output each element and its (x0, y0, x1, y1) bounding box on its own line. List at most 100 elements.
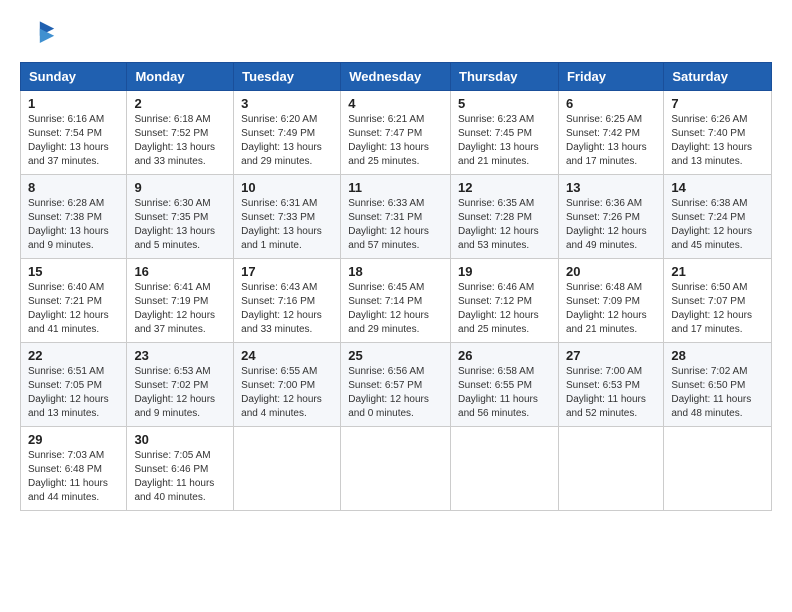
calendar-cell: 26 Sunrise: 6:58 AMSunset: 6:55 PMDayligh… (451, 343, 559, 427)
day-info: Sunrise: 6:48 AMSunset: 7:09 PMDaylight:… (566, 281, 656, 337)
day-number: 7 (671, 96, 764, 111)
calendar-cell: 17Sunrise: 6:43 AMSunset: 7:16 PMDayligh… (234, 259, 341, 343)
day-info: Sunrise: 6:40 AMSunset: 7:21 PMDaylight:… (28, 281, 119, 337)
calendar-week-5: 29 Sunrise: 7:03 AMSunset: 6:48 PMDayligh… (21, 427, 772, 511)
calendar-cell: 9 Sunrise: 6:30 AMSunset: 7:35 PMDaylight… (127, 175, 234, 259)
weekday-header-friday: Friday (558, 63, 663, 91)
calendar-cell (558, 427, 663, 511)
day-number: 5 (458, 96, 551, 111)
calendar-cell (664, 427, 772, 511)
calendar-cell: 8 Sunrise: 6:28 AMSunset: 7:38 PMDaylight… (21, 175, 127, 259)
calendar-cell: 19 Sunrise: 6:46 AMSunset: 7:12 PMDayligh… (451, 259, 559, 343)
day-number: 28 (671, 348, 764, 363)
day-number: 6 (566, 96, 656, 111)
day-number: 15 (28, 264, 119, 279)
day-info: Sunrise: 7:03 AMSunset: 6:48 PMDaylight:… (28, 449, 119, 505)
calendar-cell: 27Sunrise: 7:00 AMSunset: 6:53 PMDayligh… (558, 343, 663, 427)
day-number: 9 (134, 180, 226, 195)
day-number: 3 (241, 96, 333, 111)
day-info: Sunrise: 6:58 AMSunset: 6:55 PMDaylight:… (458, 365, 551, 421)
calendar-cell: 13 Sunrise: 6:36 AMSunset: 7:26 PMDayligh… (558, 175, 663, 259)
day-info: Sunrise: 6:28 AMSunset: 7:38 PMDaylight:… (28, 197, 119, 253)
day-number: 13 (566, 180, 656, 195)
day-info: Sunrise: 6:21 AMSunset: 7:47 PMDaylight:… (348, 113, 443, 169)
header (20, 16, 772, 52)
day-number: 2 (134, 96, 226, 111)
weekday-header-sunday: Sunday (21, 63, 127, 91)
weekday-header-wednesday: Wednesday (341, 63, 451, 91)
day-info: Sunrise: 6:45 AMSunset: 7:14 PMDaylight:… (348, 281, 443, 337)
calendar-week-2: 8 Sunrise: 6:28 AMSunset: 7:38 PMDaylight… (21, 175, 772, 259)
day-number: 1 (28, 96, 119, 111)
day-info: Sunrise: 6:36 AMSunset: 7:26 PMDaylight:… (566, 197, 656, 253)
day-info: Sunrise: 6:46 AMSunset: 7:12 PMDaylight:… (458, 281, 551, 337)
calendar-cell: 30Sunrise: 7:05 AMSunset: 6:46 PMDayligh… (127, 427, 234, 511)
calendar-cell: 4 Sunrise: 6:21 AMSunset: 7:47 PMDaylight… (341, 91, 451, 175)
day-number: 14 (671, 180, 764, 195)
day-number: 29 (28, 432, 119, 447)
calendar-table: SundayMondayTuesdayWednesdayThursdayFrid… (20, 62, 772, 511)
day-info: Sunrise: 6:25 AMSunset: 7:42 PMDaylight:… (566, 113, 656, 169)
day-info: Sunrise: 6:26 AMSunset: 7:40 PMDaylight:… (671, 113, 764, 169)
calendar-cell: 18 Sunrise: 6:45 AMSunset: 7:14 PMDayligh… (341, 259, 451, 343)
day-info: Sunrise: 6:16 AMSunset: 7:54 PMDaylight:… (28, 113, 119, 169)
calendar-week-4: 22 Sunrise: 6:51 AMSunset: 7:05 PMDayligh… (21, 343, 772, 427)
calendar-cell (234, 427, 341, 511)
calendar-cell: 14Sunrise: 6:38 AMSunset: 7:24 PMDayligh… (664, 175, 772, 259)
weekday-header-tuesday: Tuesday (234, 63, 341, 91)
day-number: 25 (348, 348, 443, 363)
weekday-header-monday: Monday (127, 63, 234, 91)
day-number: 4 (348, 96, 443, 111)
day-number: 12 (458, 180, 551, 195)
day-info: Sunrise: 6:41 AMSunset: 7:19 PMDaylight:… (134, 281, 226, 337)
calendar-cell: 25 Sunrise: 6:56 AMSunset: 6:57 PMDayligh… (341, 343, 451, 427)
day-number: 8 (28, 180, 119, 195)
day-info: Sunrise: 6:31 AMSunset: 7:33 PMDaylight:… (241, 197, 333, 253)
calendar-week-1: 1 Sunrise: 6:16 AMSunset: 7:54 PMDaylight… (21, 91, 772, 175)
day-info: Sunrise: 6:55 AMSunset: 7:00 PMDaylight:… (241, 365, 333, 421)
day-info: Sunrise: 7:00 AMSunset: 6:53 PMDaylight:… (566, 365, 656, 421)
calendar-cell: 22 Sunrise: 6:51 AMSunset: 7:05 PMDayligh… (21, 343, 127, 427)
calendar-week-3: 15 Sunrise: 6:40 AMSunset: 7:21 PMDayligh… (21, 259, 772, 343)
weekday-header-row: SundayMondayTuesdayWednesdayThursdayFrid… (21, 63, 772, 91)
day-number: 19 (458, 264, 551, 279)
calendar-cell: 24 Sunrise: 6:55 AMSunset: 7:00 PMDayligh… (234, 343, 341, 427)
calendar-cell: 12 Sunrise: 6:35 AMSunset: 7:28 PMDayligh… (451, 175, 559, 259)
page: SundayMondayTuesdayWednesdayThursdayFrid… (0, 0, 792, 527)
weekday-header-saturday: Saturday (664, 63, 772, 91)
day-info: Sunrise: 6:35 AMSunset: 7:28 PMDaylight:… (458, 197, 551, 253)
day-number: 11 (348, 180, 443, 195)
day-info: Sunrise: 6:20 AMSunset: 7:49 PMDaylight:… (241, 113, 333, 169)
calendar-cell (341, 427, 451, 511)
calendar-cell: 23 Sunrise: 6:53 AMSunset: 7:02 PMDayligh… (127, 343, 234, 427)
day-info: Sunrise: 6:33 AMSunset: 7:31 PMDaylight:… (348, 197, 443, 253)
calendar-cell: 3 Sunrise: 6:20 AMSunset: 7:49 PMDaylight… (234, 91, 341, 175)
day-info: Sunrise: 6:56 AMSunset: 6:57 PMDaylight:… (348, 365, 443, 421)
day-number: 10 (241, 180, 333, 195)
calendar-cell: 16Sunrise: 6:41 AMSunset: 7:19 PMDayligh… (127, 259, 234, 343)
calendar-cell (451, 427, 559, 511)
day-number: 20 (566, 264, 656, 279)
day-number: 21 (671, 264, 764, 279)
calendar-cell: 6 Sunrise: 6:25 AMSunset: 7:42 PMDaylight… (558, 91, 663, 175)
calendar-cell: 5 Sunrise: 6:23 AMSunset: 7:45 PMDaylight… (451, 91, 559, 175)
calendar-cell: 11 Sunrise: 6:33 AMSunset: 7:31 PMDayligh… (341, 175, 451, 259)
day-info: Sunrise: 6:53 AMSunset: 7:02 PMDaylight:… (134, 365, 226, 421)
calendar-cell: 20 Sunrise: 6:48 AMSunset: 7:09 PMDayligh… (558, 259, 663, 343)
day-number: 18 (348, 264, 443, 279)
day-info: Sunrise: 6:30 AMSunset: 7:35 PMDaylight:… (134, 197, 226, 253)
day-number: 17 (241, 264, 333, 279)
calendar-cell: 29 Sunrise: 7:03 AMSunset: 6:48 PMDayligh… (21, 427, 127, 511)
day-info: Sunrise: 6:51 AMSunset: 7:05 PMDaylight:… (28, 365, 119, 421)
day-number: 23 (134, 348, 226, 363)
calendar-cell: 1 Sunrise: 6:16 AMSunset: 7:54 PMDaylight… (21, 91, 127, 175)
day-number: 24 (241, 348, 333, 363)
calendar-cell: 10 Sunrise: 6:31 AMSunset: 7:33 PMDayligh… (234, 175, 341, 259)
day-info: Sunrise: 6:23 AMSunset: 7:45 PMDaylight:… (458, 113, 551, 169)
day-number: 30 (134, 432, 226, 447)
day-number: 22 (28, 348, 119, 363)
logo (20, 16, 62, 52)
calendar-cell: 28 Sunrise: 7:02 AMSunset: 6:50 PMDayligh… (664, 343, 772, 427)
day-number: 26 (458, 348, 551, 363)
day-info: Sunrise: 7:02 AMSunset: 6:50 PMDaylight:… (671, 365, 764, 421)
